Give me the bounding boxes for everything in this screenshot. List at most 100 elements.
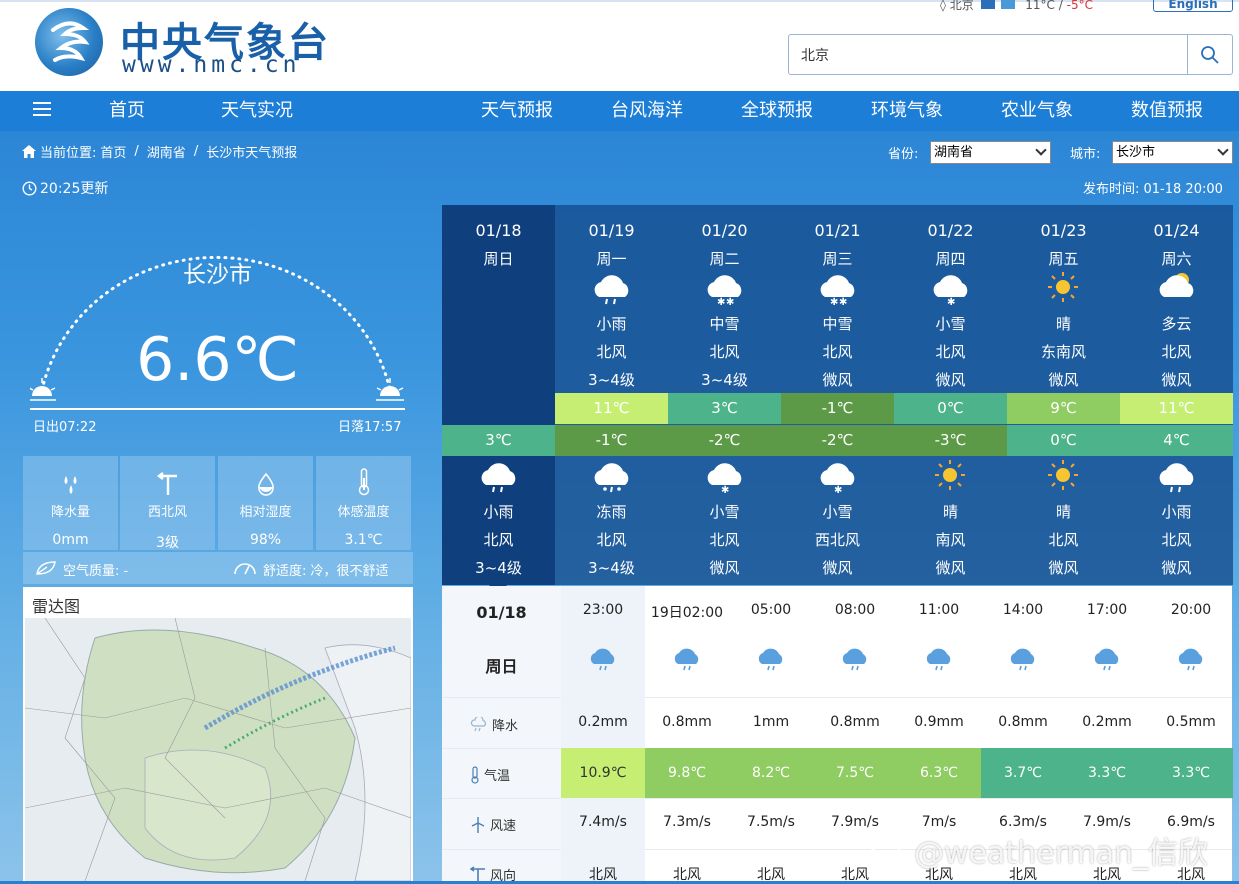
nav-environment[interactable]: 环境气象 — [871, 91, 943, 131]
hourly-time: 14:00 — [1002, 602, 1044, 618]
nav-forecast[interactable]: 天气预报 — [481, 91, 553, 131]
hourly-time: 08:00 — [834, 602, 876, 618]
forecast-day-weather: 中雪 — [709, 315, 740, 333]
hourly-temp: 3.3℃ — [1149, 748, 1233, 798]
search-input[interactable] — [789, 35, 1187, 74]
hourly-time: 23:00 — [582, 602, 624, 618]
city-select[interactable]: 长沙市 — [1112, 141, 1233, 164]
cloud-rain-icon — [1091, 644, 1123, 672]
cloud-rain-icon — [923, 644, 955, 672]
sun-icon — [1041, 269, 1086, 305]
svg-text:✱: ✱ — [839, 297, 847, 305]
menu-icon[interactable] — [33, 102, 51, 118]
forecast-night-wind-level: 3~4级 — [475, 559, 522, 577]
stat-value: 98% — [249, 532, 282, 548]
nav-observation[interactable]: 天气实况 — [221, 91, 293, 131]
nav-home[interactable]: 首页 — [109, 91, 145, 131]
forecast-date: 01/20 — [701, 221, 748, 240]
forecast-night-wind: 北风 — [1161, 531, 1192, 549]
update-time: 20:25更新 — [22, 178, 108, 198]
forecast-day[interactable]: 01/24 周六 多云 北风 微风 11℃ 4℃ 小雨 北风 微风 — [1120, 205, 1233, 585]
nav-typhoon[interactable]: 台风海洋 — [611, 91, 683, 131]
row-label-text: 风速 — [490, 819, 517, 834]
forecast-day[interactable]: 01/22 周四 ✱ 小雪 北风 微风 0℃ -3℃ 晴 南风 微风 — [894, 205, 1007, 585]
forecast-night-weather: 小雨 — [1161, 503, 1192, 521]
forecast-weekday: 周四 — [935, 250, 966, 268]
forecast-day-wind: 北风 — [822, 343, 853, 361]
hourly-wind-speed: 7.5m/s — [747, 814, 795, 830]
weibo-logo-icon — [868, 837, 906, 867]
province-select[interactable]: 湖南省 — [930, 141, 1051, 164]
search-button[interactable] — [1187, 35, 1232, 74]
topbar-weather[interactable]: ◊ 北京 11°C / -5°C — [940, 0, 1093, 13]
forecast-high: 11℃ — [1120, 393, 1233, 424]
forecast-day-wind-level: 微风 — [1048, 371, 1079, 389]
topbar-temp: 11°C — [1025, 0, 1055, 12]
horizon-line — [30, 408, 405, 410]
breadcrumb-home[interactable]: 首页 — [100, 142, 126, 161]
nav-numerical[interactable]: 数值预报 — [1131, 91, 1203, 131]
forecast-low: -3℃ — [894, 425, 1007, 456]
row-label-wind-speed: 风速 — [470, 815, 516, 834]
cloud-light-snow-icon: ✱ — [928, 269, 973, 308]
search-box — [788, 34, 1233, 75]
stat-wind: 西北风 3级 — [120, 456, 215, 551]
search-icon — [1201, 45, 1219, 64]
nav-agriculture[interactable]: 农业气象 — [1001, 91, 1073, 131]
hourly-rain: 0.2mm — [578, 714, 628, 730]
forecast-high: -1℃ — [781, 393, 894, 424]
sun-icon — [928, 457, 973, 493]
wind-vane-icon — [156, 472, 177, 495]
forecast-low: -2℃ — [781, 425, 894, 456]
forecast-day-wind-level: 3~4级 — [701, 371, 748, 389]
air-quality-text: 空气质量: - — [63, 564, 129, 579]
forecast-day-wind-level: 微风 — [822, 371, 853, 389]
forecast-day-wind: 北风 — [935, 343, 966, 361]
air-quality-bar: 空气质量: - 舒适度: 冷，很不舒适 — [23, 552, 413, 584]
forecast-day[interactable]: 01/18 周日 3℃ 小雨 北风 3~4级 — [442, 205, 555, 585]
home-icon — [22, 145, 36, 158]
nmc-logo[interactable] — [35, 8, 103, 76]
city-label: 城市: — [1070, 147, 1101, 162]
hourly-column: 19日02:00 0.8mm 9.8℃ 7.3m/s 北风 — [645, 586, 729, 883]
hourly-column: 23:00 0.2mm 10.9℃ 7.4m/s 北风 — [561, 586, 645, 883]
radar-map[interactable] — [25, 618, 411, 881]
english-link[interactable]: English — [1153, 0, 1233, 12]
publish-time: 发布时间: 01-18 20:00 — [1083, 182, 1223, 197]
svg-text:✱: ✱ — [726, 297, 734, 305]
forecast-night-weather: 晴 — [1055, 503, 1071, 521]
forecast-day[interactable]: 01/21 周三 ✱ ✱ 中雪 北风 微风 -1℃ -2℃ ✱ 小雪 西北风 微风 — [781, 205, 894, 585]
svg-text:✱: ✱ — [834, 485, 842, 493]
row-label-text: 气温 — [484, 769, 511, 784]
forecast-day-wind-level: 3~4级 — [588, 371, 635, 389]
radar-panel[interactable]: 雷达图 — [23, 587, 413, 881]
hourly-label-column: 01/18 周日 降水 气温 风速 风向 — [442, 586, 561, 884]
hourly-temp: 9.8℃ — [645, 748, 729, 798]
hourly-time: 20:00 — [1170, 602, 1212, 618]
province-label: 省份: — [888, 147, 919, 162]
nav-global[interactable]: 全球预报 — [741, 91, 813, 131]
forecast-day-wind-level: 微风 — [935, 371, 966, 389]
topbar-weather-icon-2 — [1001, 0, 1016, 9]
svg-text:✱: ✱ — [830, 297, 838, 305]
forecast-day-wind-level: 微风 — [1161, 371, 1192, 389]
leaf-icon — [36, 561, 56, 575]
svg-text:✱: ✱ — [947, 297, 955, 305]
row-label-temp: 气温 — [470, 765, 510, 784]
breadcrumb-province[interactable]: 湖南省 — [147, 142, 186, 161]
windmill-icon — [471, 816, 485, 833]
hourly-wind-dir: 北风 — [589, 867, 617, 883]
forecast-day[interactable]: 01/20 周二 ✱ ✱ 中雪 北风 3~4级 3℃ -2℃ ✱ 小雪 北风 微风 — [668, 205, 781, 585]
hourly-time: 17:00 — [1086, 602, 1128, 618]
hourly-rain: 0.5mm — [1166, 714, 1216, 730]
hourly-rain: 0.2mm — [1082, 714, 1132, 730]
forecast-night-wind-level: 微风 — [935, 559, 966, 577]
breadcrumb-current: 长沙市天气预报 — [206, 146, 298, 161]
forecast-day[interactable]: 01/23 周五 晴 东南风 微风 9℃ 0℃ 晴 北风 微风 — [1007, 205, 1120, 585]
cloud-rain-icon — [1154, 457, 1199, 493]
row-label-text: 风向 — [490, 869, 517, 884]
hourly-weekday: 周日 — [485, 657, 518, 676]
forecast-night-wind: 北风 — [483, 531, 514, 549]
forecast-day[interactable]: 01/19 周一 小雨 北风 3~4级 11℃ -1℃ 冻雨 北风 3~4级 — [555, 205, 668, 585]
chevron-down-icon — [1217, 144, 1229, 156]
